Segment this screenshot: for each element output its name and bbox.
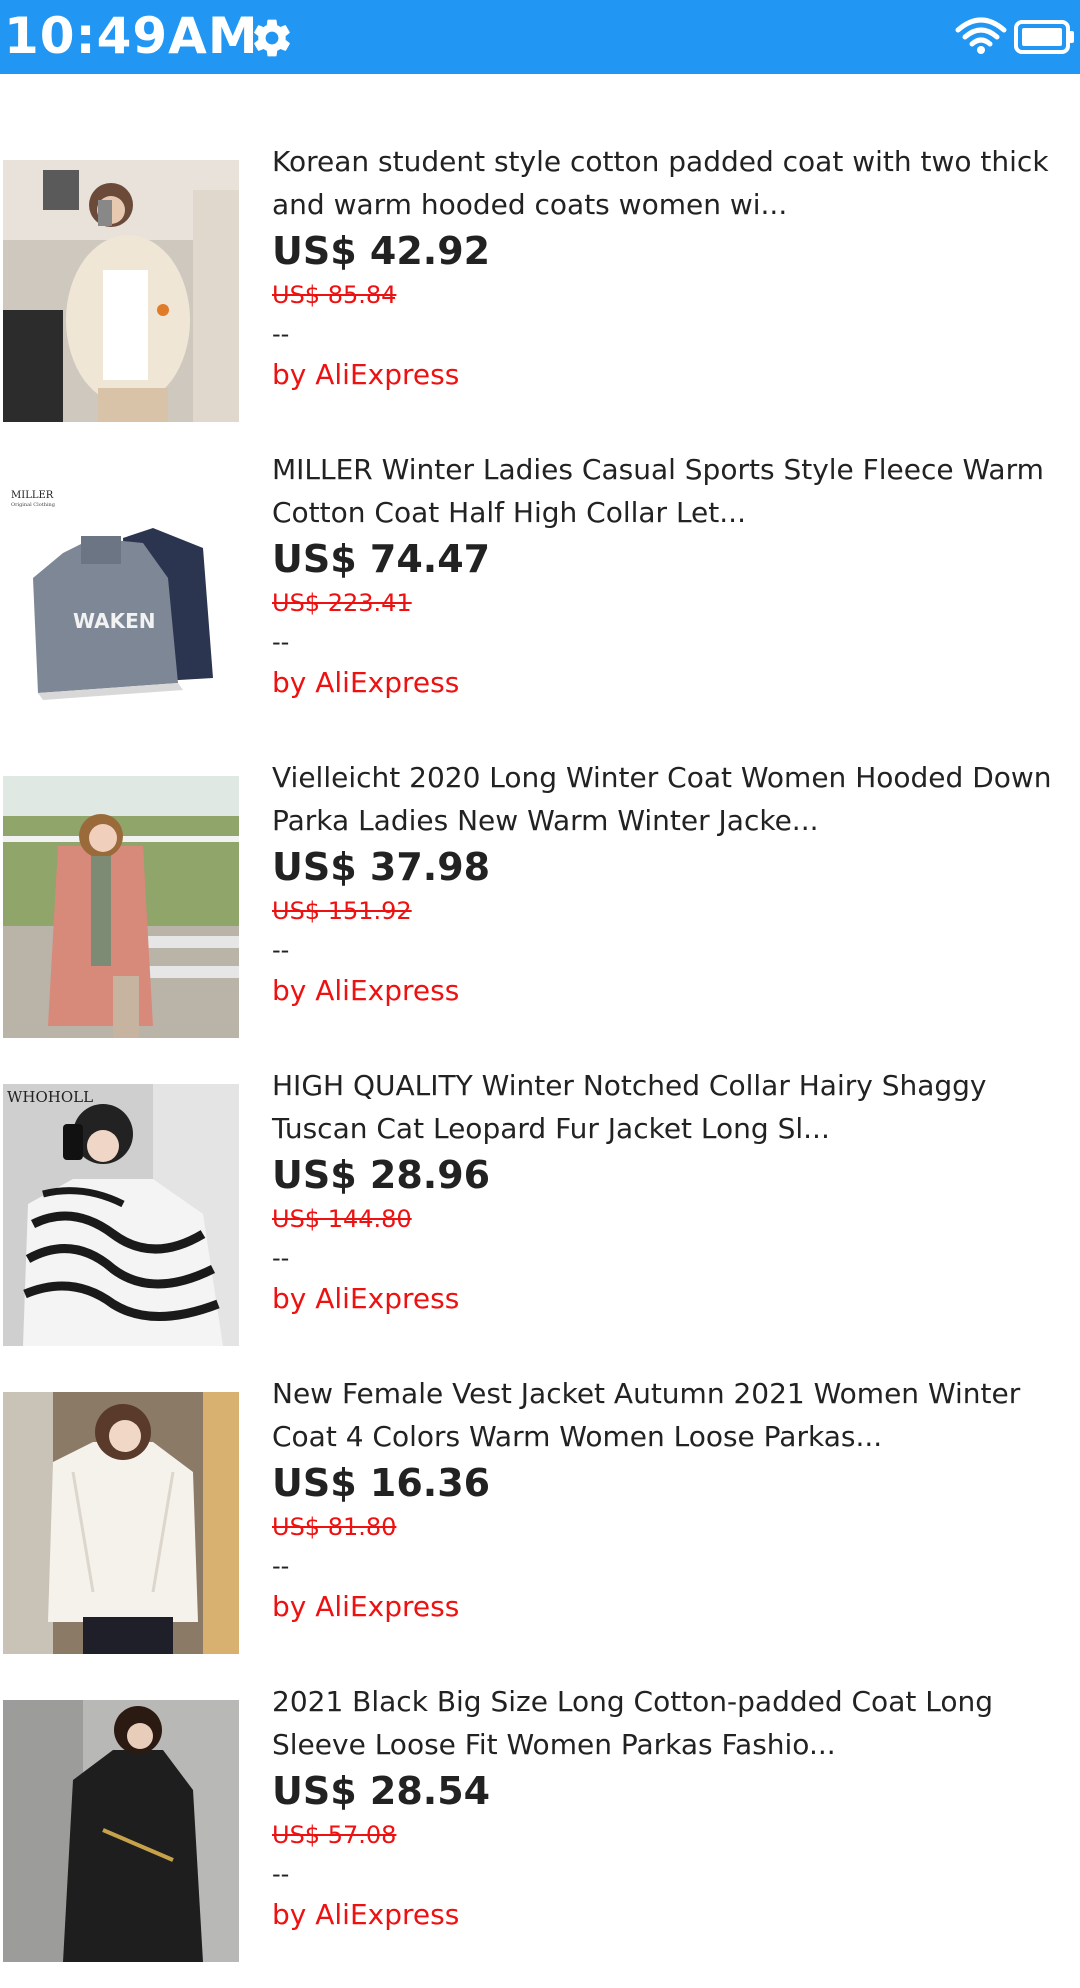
product-seller[interactable]: by AliExpress xyxy=(272,1586,1080,1628)
product-image xyxy=(3,1392,239,1654)
product-thumbnail[interactable] xyxy=(3,160,239,422)
product-rating: -- xyxy=(272,1244,290,1272)
product-item[interactable]: WHOHOLL HIGH QUALITY Winter Notched Coll… xyxy=(0,1064,1080,1372)
product-image: MILLER Original Clothing WAKEN xyxy=(3,468,239,730)
product-original-price: US$ 151.92 xyxy=(272,897,412,925)
product-info: MILLER Winter Ladies Casual Sports Style… xyxy=(272,448,1080,704)
product-title[interactable]: HIGH QUALITY Winter Notched Collar Hairy… xyxy=(272,1064,1080,1150)
product-original-price: US$ 223.41 xyxy=(272,589,412,617)
product-image xyxy=(3,776,239,1038)
product-seller[interactable]: by AliExpress xyxy=(272,354,1080,396)
product-title[interactable]: MILLER Winter Ladies Casual Sports Style… xyxy=(272,448,1080,534)
product-title[interactable]: 2021 Black Big Size Long Cotton-padded C… xyxy=(272,1680,1080,1766)
product-seller[interactable]: by AliExpress xyxy=(272,662,1080,704)
miller-sub-text: Original Clothing xyxy=(11,502,56,508)
product-title[interactable]: Vielleicht 2020 Long Winter Coat Women H… xyxy=(272,756,1080,842)
product-rating: -- xyxy=(272,320,290,348)
product-item[interactable]: MILLER Original Clothing WAKEN MILLER Wi… xyxy=(0,448,1080,756)
product-thumbnail[interactable] xyxy=(3,1700,239,1962)
product-price: US$ 74.47 xyxy=(272,537,491,581)
product-info: 2021 Black Big Size Long Cotton-padded C… xyxy=(272,1680,1080,1936)
product-original-price: US$ 85.84 xyxy=(272,281,397,309)
product-image: WHOHOLL xyxy=(3,1084,239,1346)
status-time: 10:49AM xyxy=(4,7,259,65)
product-thumbnail[interactable]: MILLER Original Clothing WAKEN xyxy=(3,468,239,730)
product-info: Vielleicht 2020 Long Winter Coat Women H… xyxy=(272,756,1080,1012)
product-price: US$ 42.92 xyxy=(272,229,491,273)
gear-icon xyxy=(254,19,290,57)
wifi-icon xyxy=(955,17,1007,54)
product-thumbnail[interactable]: WHOHOLL xyxy=(3,1084,239,1346)
product-seller[interactable]: by AliExpress xyxy=(272,1894,1080,1936)
product-original-price: US$ 144.80 xyxy=(272,1205,412,1233)
product-item[interactable]: 2021 Black Big Size Long Cotton-padded C… xyxy=(0,1680,1080,1988)
product-original-price: US$ 81.80 xyxy=(272,1513,397,1541)
product-seller[interactable]: by AliExpress xyxy=(272,970,1080,1012)
waken-print: WAKEN xyxy=(73,609,156,633)
status-bar: 10:49AM xyxy=(0,0,1080,74)
product-image xyxy=(3,160,239,422)
product-seller[interactable]: by AliExpress xyxy=(272,1278,1080,1320)
product-info: HIGH QUALITY Winter Notched Collar Hairy… xyxy=(272,1064,1080,1320)
product-rating: -- xyxy=(272,1552,290,1580)
whoholl-watermark: WHOHOLL xyxy=(7,1088,93,1106)
product-thumbnail[interactable] xyxy=(3,776,239,1038)
product-rating: -- xyxy=(272,1860,290,1888)
product-title[interactable]: Korean student style cotton padded coat … xyxy=(272,140,1080,226)
product-info: New Female Vest Jacket Autumn 2021 Women… xyxy=(272,1372,1080,1628)
product-item[interactable]: Korean student style cotton padded coat … xyxy=(0,140,1080,448)
product-price: US$ 37.98 xyxy=(272,845,491,889)
product-image xyxy=(3,1700,239,1962)
product-original-price: US$ 57.08 xyxy=(272,1821,397,1849)
product-price: US$ 28.96 xyxy=(272,1153,491,1197)
product-title[interactable]: New Female Vest Jacket Autumn 2021 Women… xyxy=(272,1372,1080,1458)
product-rating: -- xyxy=(272,936,290,964)
product-price: US$ 16.36 xyxy=(272,1461,491,1505)
product-item[interactable]: New Female Vest Jacket Autumn 2021 Women… xyxy=(0,1372,1080,1680)
product-item[interactable]: Vielleicht 2020 Long Winter Coat Women H… xyxy=(0,756,1080,1064)
product-price: US$ 28.54 xyxy=(272,1769,491,1813)
product-info: Korean student style cotton padded coat … xyxy=(272,140,1080,396)
battery-icon xyxy=(1014,20,1074,54)
product-rating: -- xyxy=(272,628,290,656)
product-thumbnail[interactable] xyxy=(3,1392,239,1654)
miller-brand-text: MILLER xyxy=(11,490,54,501)
